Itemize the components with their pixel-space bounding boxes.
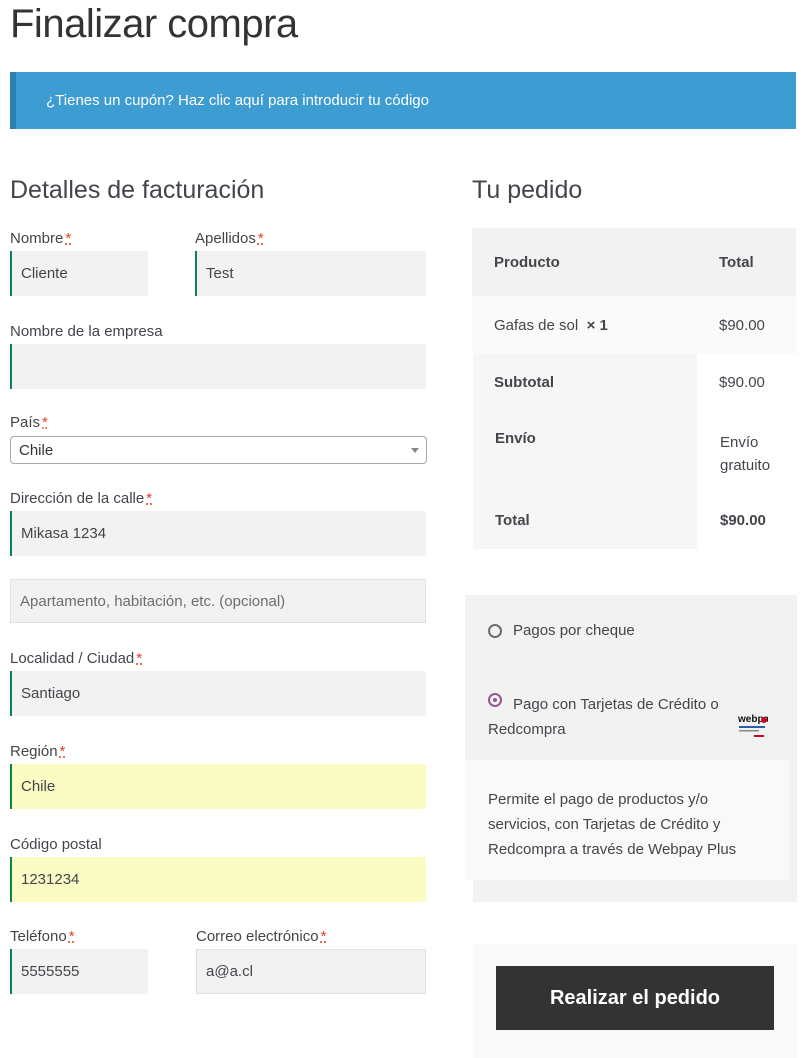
subtotal-value: $90.00: [719, 374, 765, 391]
company-field[interactable]: [10, 344, 426, 389]
page-title: Finalizar compra: [10, 2, 298, 46]
required-mark: *: [68, 928, 75, 945]
payment-description: Permite el pago de productos y/o servici…: [488, 787, 778, 862]
address-label: Dirección de la calle *: [10, 490, 153, 507]
payment-description-line: Permite el pago de productos y/o: [488, 791, 709, 808]
item-name: Gafas de sol × 1: [494, 317, 608, 334]
shipping-value-line: Envío: [720, 434, 759, 451]
payment-description-line: servicios, con Tarjetas de Crédito y: [488, 816, 721, 833]
chevron-down-icon: [411, 448, 419, 453]
cheque-label[interactable]: Pagos por cheque: [513, 622, 635, 639]
subtotal-label: Subtotal: [494, 374, 554, 391]
address-1-field[interactable]: Mikasa 1234: [10, 511, 426, 556]
billing-heading: Detalles de facturación: [10, 176, 265, 204]
email-label: Correo electrónico *: [196, 928, 327, 945]
country-select-value: Chile: [19, 441, 54, 459]
first-name-label: Nombre *: [10, 230, 72, 247]
email-field[interactable]: a@a.cl: [196, 949, 426, 994]
col-product-header: Producto: [494, 254, 560, 271]
item-qty: × 1: [586, 317, 608, 334]
card-label[interactable]: Pago con Tarjetas de Crédito o Redcompra: [488, 692, 728, 742]
region-field[interactable]: Chile: [10, 764, 426, 809]
last-name-label: Apellidos *: [195, 230, 264, 247]
city-label: Localidad / Ciudad *: [10, 650, 143, 667]
phone-field[interactable]: 5555555: [10, 949, 148, 994]
coupon-notice-link[interactable]: ¿Tienes un cupón? Haz clic aquí para int…: [10, 72, 796, 129]
region-label: Región *: [10, 743, 66, 760]
required-mark: *: [65, 230, 72, 247]
col-total-header: Total: [719, 254, 754, 271]
country-select[interactable]: Chile: [10, 436, 427, 464]
phone-label: Teléfono *: [10, 928, 75, 945]
last-name-field[interactable]: Test: [195, 251, 426, 296]
shipping-label: Envío: [495, 430, 536, 447]
total-label: Total: [495, 512, 530, 529]
shipping-value-line: gratuito: [720, 457, 771, 474]
cheque-radio[interactable]: [488, 624, 502, 638]
required-mark: *: [257, 230, 264, 247]
first-name-field[interactable]: Cliente: [10, 251, 148, 296]
city-field[interactable]: Santiago: [10, 671, 426, 716]
shipping-value: Envío gratuito: [720, 430, 770, 478]
postcode-field[interactable]: 1231234: [10, 857, 426, 902]
card-label-line: Pago con Tarjetas de Crédito o: [513, 696, 719, 713]
company-label: Nombre de la empresa: [10, 323, 163, 340]
required-mark: *: [320, 928, 327, 945]
card-label-line: Redcompra: [488, 721, 566, 738]
required-mark: *: [136, 650, 143, 667]
item-total: $90.00: [719, 317, 765, 334]
order-heading: Tu pedido: [472, 176, 583, 204]
required-mark: *: [146, 490, 153, 507]
required-mark: *: [59, 743, 66, 760]
country-label: País *: [10, 414, 48, 431]
required-mark: *: [42, 414, 48, 431]
postcode-label: Código postal: [10, 836, 102, 853]
place-order-button[interactable]: Realizar el pedido: [496, 966, 774, 1030]
payment-description-line: Redcompra a través de Webpay Plus: [488, 841, 737, 858]
webpay-logo: webpay: [736, 711, 775, 739]
address-2-field[interactable]: Apartamento, habitación, etc. (opcional): [10, 579, 426, 623]
total-value: $90.00: [720, 512, 766, 529]
